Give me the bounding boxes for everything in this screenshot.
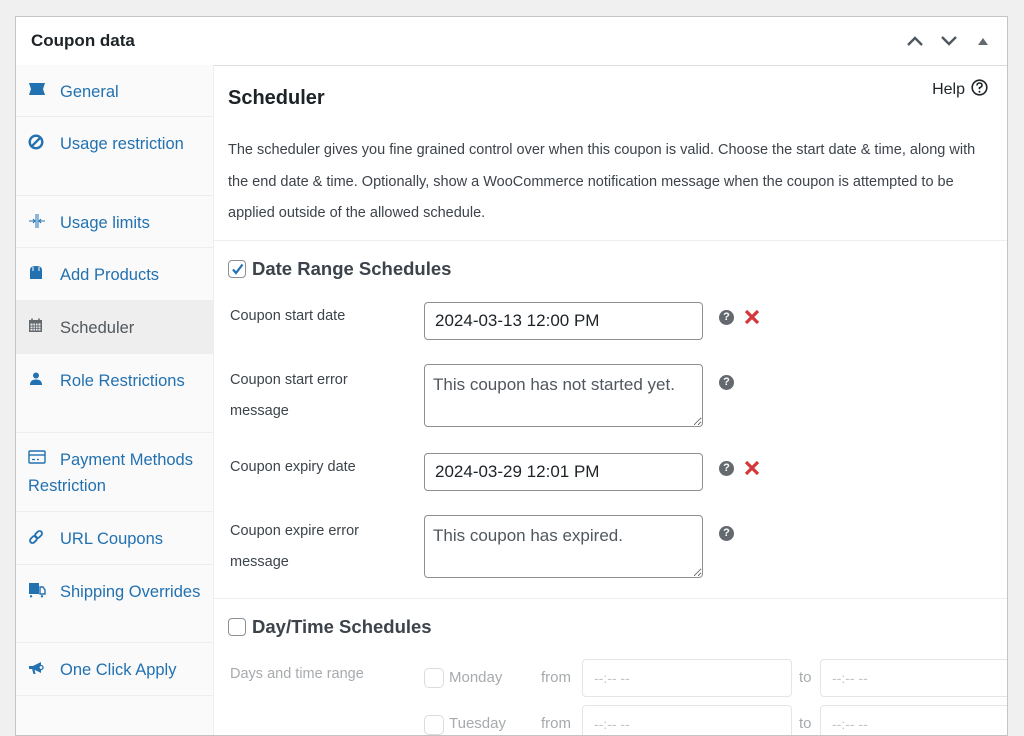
sidebar-item-one-click-apply[interactable]: One Click Apply	[16, 643, 213, 696]
sidebar-item-label: Shipping Overrides	[60, 583, 201, 601]
day-time-label: Day/Time Schedules	[252, 616, 432, 637]
section-title: Scheduler	[228, 87, 325, 109]
date-range-label: Date Range Schedules	[252, 258, 452, 279]
sidebar-item-label: General	[60, 83, 119, 101]
to-label: to	[799, 715, 812, 732]
sidebar-item-label: Usage restriction	[60, 135, 184, 153]
sidebar-item-label: Usage limits	[60, 214, 150, 232]
date-range-header: Date Range Schedules	[228, 258, 451, 280]
date-range-checkbox[interactable]	[228, 260, 246, 278]
expiry-date-input[interactable]	[424, 453, 703, 491]
coupon-tabs-sidebar: General Usage restriction Usage limits A…	[16, 65, 214, 735]
sidebar-item-label: Scheduler	[60, 319, 135, 337]
sidebar-item-label: URL Coupons	[60, 530, 164, 548]
sidebar-item-general[interactable]: General	[16, 65, 213, 117]
start-error-label: Coupon start error message	[230, 372, 348, 419]
tuesday-checkbox[interactable]	[424, 715, 444, 735]
sidebar-item-add-products[interactable]: Add Products	[16, 248, 213, 301]
sidebar-item-label: One Click Apply	[60, 661, 177, 679]
start-date-label: Coupon start date	[230, 308, 346, 324]
panel-header: Coupon data	[16, 17, 1007, 66]
from-label: from	[541, 669, 571, 686]
tuesday-from-time-input[interactable]	[582, 705, 792, 735]
day-time-checkbox[interactable]	[228, 618, 246, 636]
help-tip-icon: ?	[719, 461, 734, 476]
link-icon	[28, 529, 48, 545]
ticket-icon	[28, 82, 48, 98]
arrows-in-icon	[28, 213, 48, 229]
sidebar-item-label: Add Products	[60, 266, 160, 284]
calendar-icon	[28, 318, 48, 334]
scheduler-panel: Help Scheduler The scheduler gives you f…	[214, 65, 1007, 735]
start-error-textarea[interactable]: This coupon has not started yet.	[424, 364, 703, 427]
expire-error-label: Coupon expire error message	[230, 523, 359, 570]
panel-title: Coupon data	[31, 31, 135, 50]
expire-error-textarea[interactable]: This coupon has expired.	[424, 515, 703, 578]
sidebar-item-payment-methods-restriction[interactable]: Payment Methods Restriction	[16, 433, 213, 512]
block-icon	[28, 134, 48, 150]
monday-from-time-input[interactable]	[582, 659, 792, 697]
help-tip-icon: ?	[719, 310, 734, 325]
sidebar-item-label: Role Restrictions	[60, 372, 185, 390]
days-time-range-label: Days and time range	[230, 666, 364, 682]
sidebar-item-shipping-overrides[interactable]: Shipping Overrides	[16, 565, 213, 643]
sidebar-item-scheduler[interactable]: Scheduler	[16, 301, 213, 354]
start-date-input[interactable]	[424, 302, 703, 340]
sidebar-item-url-coupons[interactable]: URL Coupons	[16, 512, 213, 565]
monday-label: Monday	[449, 669, 503, 686]
from-label: from	[541, 715, 571, 732]
coupon-data-panel: Coupon data General Usage restriction Us…	[15, 16, 1008, 736]
megaphone-icon	[28, 660, 48, 676]
triangle-up-icon[interactable]	[973, 31, 993, 51]
day-time-header: Day/Time Schedules	[228, 616, 432, 638]
card-icon	[28, 450, 48, 466]
clear-start-date-icon[interactable]	[744, 309, 760, 330]
expiry-date-label: Coupon expiry date	[230, 459, 356, 475]
help-tip-icon: ?	[719, 526, 734, 541]
question-circle-icon	[971, 79, 988, 101]
monday-checkbox[interactable]	[424, 668, 444, 688]
truck-icon	[28, 582, 48, 598]
help-link[interactable]: Help	[932, 79, 988, 101]
sidebar-item-role-restrictions[interactable]: Role Restrictions	[16, 354, 213, 433]
user-icon	[28, 371, 48, 387]
help-label: Help	[932, 81, 965, 98]
tuesday-label: Tuesday	[449, 715, 506, 732]
sidebar-item-label: Payment Methods Restriction	[28, 451, 193, 495]
chevron-down-icon[interactable]	[939, 31, 959, 51]
sidebar-item-usage-restriction[interactable]: Usage restriction	[16, 117, 213, 196]
divider	[214, 598, 1007, 599]
divider	[214, 240, 1007, 241]
scheduler-description: The scheduler gives you fine grained con…	[228, 142, 976, 221]
to-label: to	[799, 669, 812, 686]
bag-icon	[28, 265, 48, 281]
monday-to-time-input[interactable]	[820, 659, 1007, 697]
clear-expiry-date-icon[interactable]	[744, 460, 760, 481]
sidebar-item-usage-limits[interactable]: Usage limits	[16, 196, 213, 248]
chevron-up-icon[interactable]	[905, 31, 925, 51]
help-tip-icon: ?	[719, 375, 734, 390]
tuesday-to-time-input[interactable]	[820, 705, 1007, 735]
